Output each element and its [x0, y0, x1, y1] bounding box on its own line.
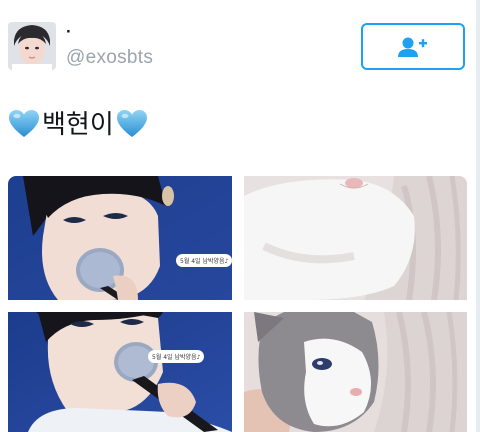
tweet-text: 백현이 — [8, 104, 148, 144]
display-name[interactable]: · — [66, 22, 72, 42]
photo-image — [8, 312, 232, 432]
photo-singer-1[interactable]: 5월 4일 남박양음♪ — [8, 176, 232, 300]
tweet-text-content: 백현이 — [42, 109, 114, 139]
username[interactable]: @exosbts — [66, 46, 153, 70]
photo-image — [244, 176, 467, 300]
follow-button[interactable] — [361, 23, 465, 70]
scroll-edge — [476, 0, 480, 432]
follow-person-plus-icon — [398, 37, 427, 57]
photo-cat-1[interactable] — [244, 176, 467, 300]
photo-singer-2[interactable]: 5월 4일 남박양음♪ — [8, 312, 232, 432]
media-grid: 5월 4일 남박양음♪ 5월 4일 남박양음♪ — [8, 176, 467, 432]
photo-image — [244, 312, 467, 432]
photo-cat-2[interactable] — [244, 312, 467, 432]
tweet: · @exosbts 백현이 5월 4일 남박양음♪ 5월 4일 남박양음♪ — [0, 0, 480, 432]
photo-image — [8, 176, 232, 300]
avatar-image — [8, 22, 56, 70]
photo-caption: 5월 4일 남박양음♪ — [148, 350, 205, 363]
photo-caption: 5월 4일 남박양음♪ — [176, 254, 232, 267]
blue-heart-icon — [9, 110, 39, 137]
blue-heart-icon — [116, 110, 147, 137]
avatar[interactable] — [8, 22, 56, 70]
